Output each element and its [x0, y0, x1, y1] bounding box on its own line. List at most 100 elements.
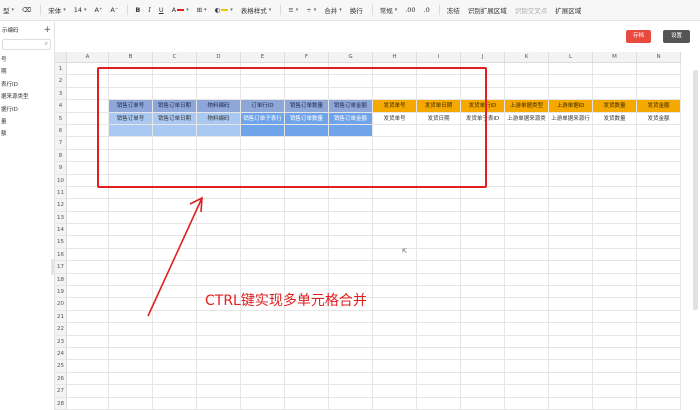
grid-cell[interactable]	[549, 236, 593, 249]
grid-cell[interactable]	[505, 87, 549, 101]
grid-cell[interactable]: 销售订单号	[109, 100, 153, 113]
grid-cell[interactable]	[109, 149, 153, 163]
grid-cell[interactable]: 销售订单子表行	[241, 112, 285, 125]
grid-cell[interactable]	[505, 174, 549, 187]
grid-cell[interactable]	[593, 186, 637, 200]
increase-font-icon[interactable]: A⁺	[92, 3, 106, 17]
grid-cell[interactable]	[285, 63, 329, 76]
grid-cell[interactable]	[109, 261, 153, 274]
grid-cell[interactable]: 上游单据类型	[505, 100, 549, 113]
grid-cell[interactable]	[637, 174, 681, 187]
grid-cell[interactable]	[637, 298, 681, 311]
grid-cell[interactable]	[285, 149, 329, 163]
grid-cell[interactable]	[549, 87, 593, 101]
grid-cell[interactable]	[241, 323, 285, 336]
grid-cell[interactable]	[285, 224, 329, 237]
grid-cell[interactable]	[505, 211, 549, 225]
grid-cell[interactable]	[417, 124, 461, 138]
grid-cell[interactable]	[373, 323, 417, 336]
grid-cell[interactable]	[67, 224, 109, 237]
grid-cell[interactable]	[549, 323, 593, 336]
grid-cell[interactable]	[461, 397, 505, 410]
grid-cell[interactable]: 上游单据ID	[549, 100, 593, 113]
grid-cell[interactable]	[67, 149, 109, 163]
grid-cell[interactable]	[329, 137, 373, 150]
grid-cell[interactable]	[197, 63, 241, 76]
grid-cell[interactable]	[109, 360, 153, 373]
grid-cell[interactable]	[241, 347, 285, 361]
grid-cell[interactable]	[373, 236, 417, 249]
grid-cell[interactable]	[67, 385, 109, 398]
table-style-dropdown[interactable]: 表格样式 ▾	[238, 3, 275, 17]
grid-cell[interactable]	[461, 261, 505, 274]
row-header[interactable]: 21	[55, 310, 67, 324]
settings-button[interactable]: 设置	[663, 30, 690, 43]
grid-cell[interactable]: 销售订单数量	[285, 100, 329, 113]
grid-cell[interactable]	[197, 137, 241, 150]
grid-cell[interactable]	[109, 298, 153, 311]
sidebar-field-item[interactable]: 量	[0, 116, 54, 128]
grid-cell[interactable]	[637, 335, 681, 348]
grid-cell[interactable]	[197, 75, 241, 88]
grid-cell[interactable]	[109, 236, 153, 249]
grid-cell[interactable]	[153, 186, 197, 200]
grid-cell[interactable]	[505, 137, 549, 150]
grid-cell[interactable]	[505, 335, 549, 348]
grid-cell[interactable]: 发货单日期	[417, 100, 461, 113]
grid-cell[interactable]	[67, 100, 109, 113]
grid-cell[interactable]	[593, 298, 637, 311]
grid-cell[interactable]	[153, 360, 197, 373]
grid-cell[interactable]	[109, 75, 153, 88]
grid-cell[interactable]	[241, 261, 285, 274]
grid-cell[interactable]	[505, 286, 549, 299]
grid-cell[interactable]	[241, 397, 285, 410]
grid-cell[interactable]	[417, 75, 461, 88]
grid-cell[interactable]	[67, 162, 109, 175]
grid-cell[interactable]	[241, 162, 285, 175]
grid-cell[interactable]	[197, 310, 241, 324]
align-button[interactable]: ≡ ▾	[285, 3, 301, 17]
grid-cell[interactable]	[67, 211, 109, 225]
grid-cell[interactable]	[285, 75, 329, 88]
grid-cell[interactable]	[285, 372, 329, 386]
add-field-button[interactable]: +	[43, 25, 51, 35]
grid-cell[interactable]: 销售订单日期	[153, 100, 197, 113]
grid-cell[interactable]	[329, 186, 373, 200]
grid-cell[interactable]	[329, 347, 373, 361]
row-header[interactable]: 12	[55, 199, 67, 212]
row-header[interactable]: 6	[55, 124, 67, 138]
grid-cell[interactable]	[109, 286, 153, 299]
row-header[interactable]: 7	[55, 137, 67, 150]
grid-cell[interactable]	[637, 63, 681, 76]
grid-cell[interactable]	[549, 162, 593, 175]
row-header[interactable]: 4	[55, 100, 67, 113]
grid-cell[interactable]	[505, 162, 549, 175]
font-size-select[interactable]: 14 ▾	[71, 3, 90, 17]
grid-cell[interactable]	[67, 298, 109, 311]
grid-cell[interactable]	[505, 248, 549, 262]
grid-cell[interactable]	[461, 162, 505, 175]
row-header[interactable]: 10	[55, 174, 67, 187]
grid-cell[interactable]	[153, 75, 197, 88]
grid-cell[interactable]	[373, 174, 417, 187]
grid-cell[interactable]: 发货数量	[593, 112, 637, 125]
grid-cell[interactable]	[197, 347, 241, 361]
grid-cell[interactable]	[373, 137, 417, 150]
grid-cell[interactable]	[549, 137, 593, 150]
grid-cell[interactable]	[329, 273, 373, 287]
grid-cell[interactable]	[549, 124, 593, 138]
grid-cell[interactable]	[67, 360, 109, 373]
grid-cell[interactable]	[417, 162, 461, 175]
row-header[interactable]: 23	[55, 335, 67, 348]
grid-cell[interactable]: 发货数量	[593, 100, 637, 113]
grid-cell[interactable]	[549, 335, 593, 348]
grid-cell[interactable]	[637, 186, 681, 200]
grid-cell[interactable]	[637, 75, 681, 88]
column-header[interactable]: A	[67, 52, 109, 63]
freeze-button[interactable]: 冻结	[444, 3, 463, 17]
grid-cell[interactable]	[505, 310, 549, 324]
grid-cell[interactable]	[373, 162, 417, 175]
grid-cell[interactable]	[417, 63, 461, 76]
grid-cell[interactable]	[505, 273, 549, 287]
grid-cell[interactable]	[417, 199, 461, 212]
